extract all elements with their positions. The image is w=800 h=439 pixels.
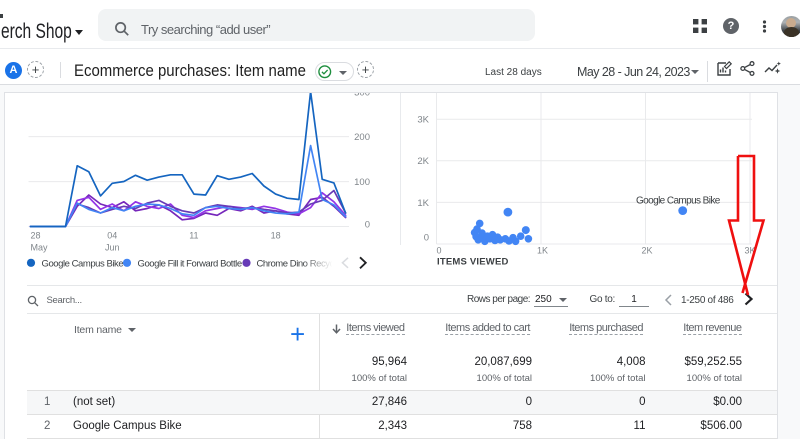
svg-text:0: 0	[365, 220, 370, 231]
svg-text:3K: 3K	[417, 115, 429, 126]
svg-text:Google Fill it Forward Bottle: Google Fill it Forward Bottle	[138, 258, 242, 269]
svg-text:04: 04	[107, 231, 117, 241]
svg-text:1K: 1K	[417, 198, 429, 209]
svg-text:May: May	[31, 243, 49, 253]
svg-text:Google Campus Bike: Google Campus Bike	[636, 196, 721, 207]
svg-text:1K: 1K	[537, 246, 548, 256]
svg-text:Google Campus Bike: Google Campus Bike	[42, 258, 124, 269]
svg-text:ITEMS VIEWED: ITEMS VIEWED	[437, 257, 509, 268]
svg-text:2K: 2K	[641, 246, 652, 256]
svg-text:0: 0	[436, 246, 441, 256]
svg-text:100: 100	[354, 177, 370, 188]
svg-text:0: 0	[424, 233, 429, 244]
svg-text:11: 11	[189, 231, 198, 241]
svg-text:2K: 2K	[417, 156, 429, 167]
svg-text:18: 18	[271, 231, 281, 241]
svg-text:200: 200	[354, 132, 370, 143]
svg-text:Jun: Jun	[105, 243, 120, 253]
svg-text:28: 28	[31, 231, 41, 241]
